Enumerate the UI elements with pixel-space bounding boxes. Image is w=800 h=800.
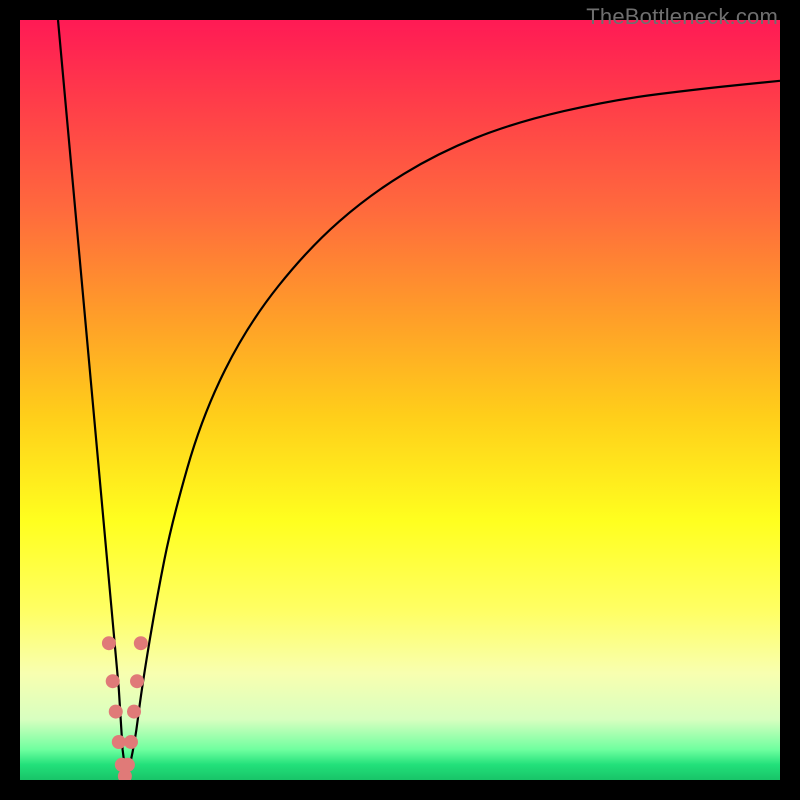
marker-point	[121, 758, 135, 772]
marker-point	[106, 674, 120, 688]
bottleneck-curve	[58, 20, 780, 780]
marker-point	[124, 735, 138, 749]
curve-right-arm	[126, 81, 780, 780]
curve-left-arm	[58, 20, 126, 780]
watermark-text: TheBottleneck.com	[586, 4, 778, 30]
marker-point	[112, 735, 126, 749]
marker-point	[127, 705, 141, 719]
chart-frame: TheBottleneck.com	[0, 0, 800, 800]
marker-point	[109, 705, 123, 719]
chart-svg	[20, 20, 780, 780]
marker-point	[130, 674, 144, 688]
marker-point	[102, 636, 116, 650]
marker-point	[134, 636, 148, 650]
plot-area	[20, 20, 780, 780]
sample-markers	[102, 636, 148, 780]
